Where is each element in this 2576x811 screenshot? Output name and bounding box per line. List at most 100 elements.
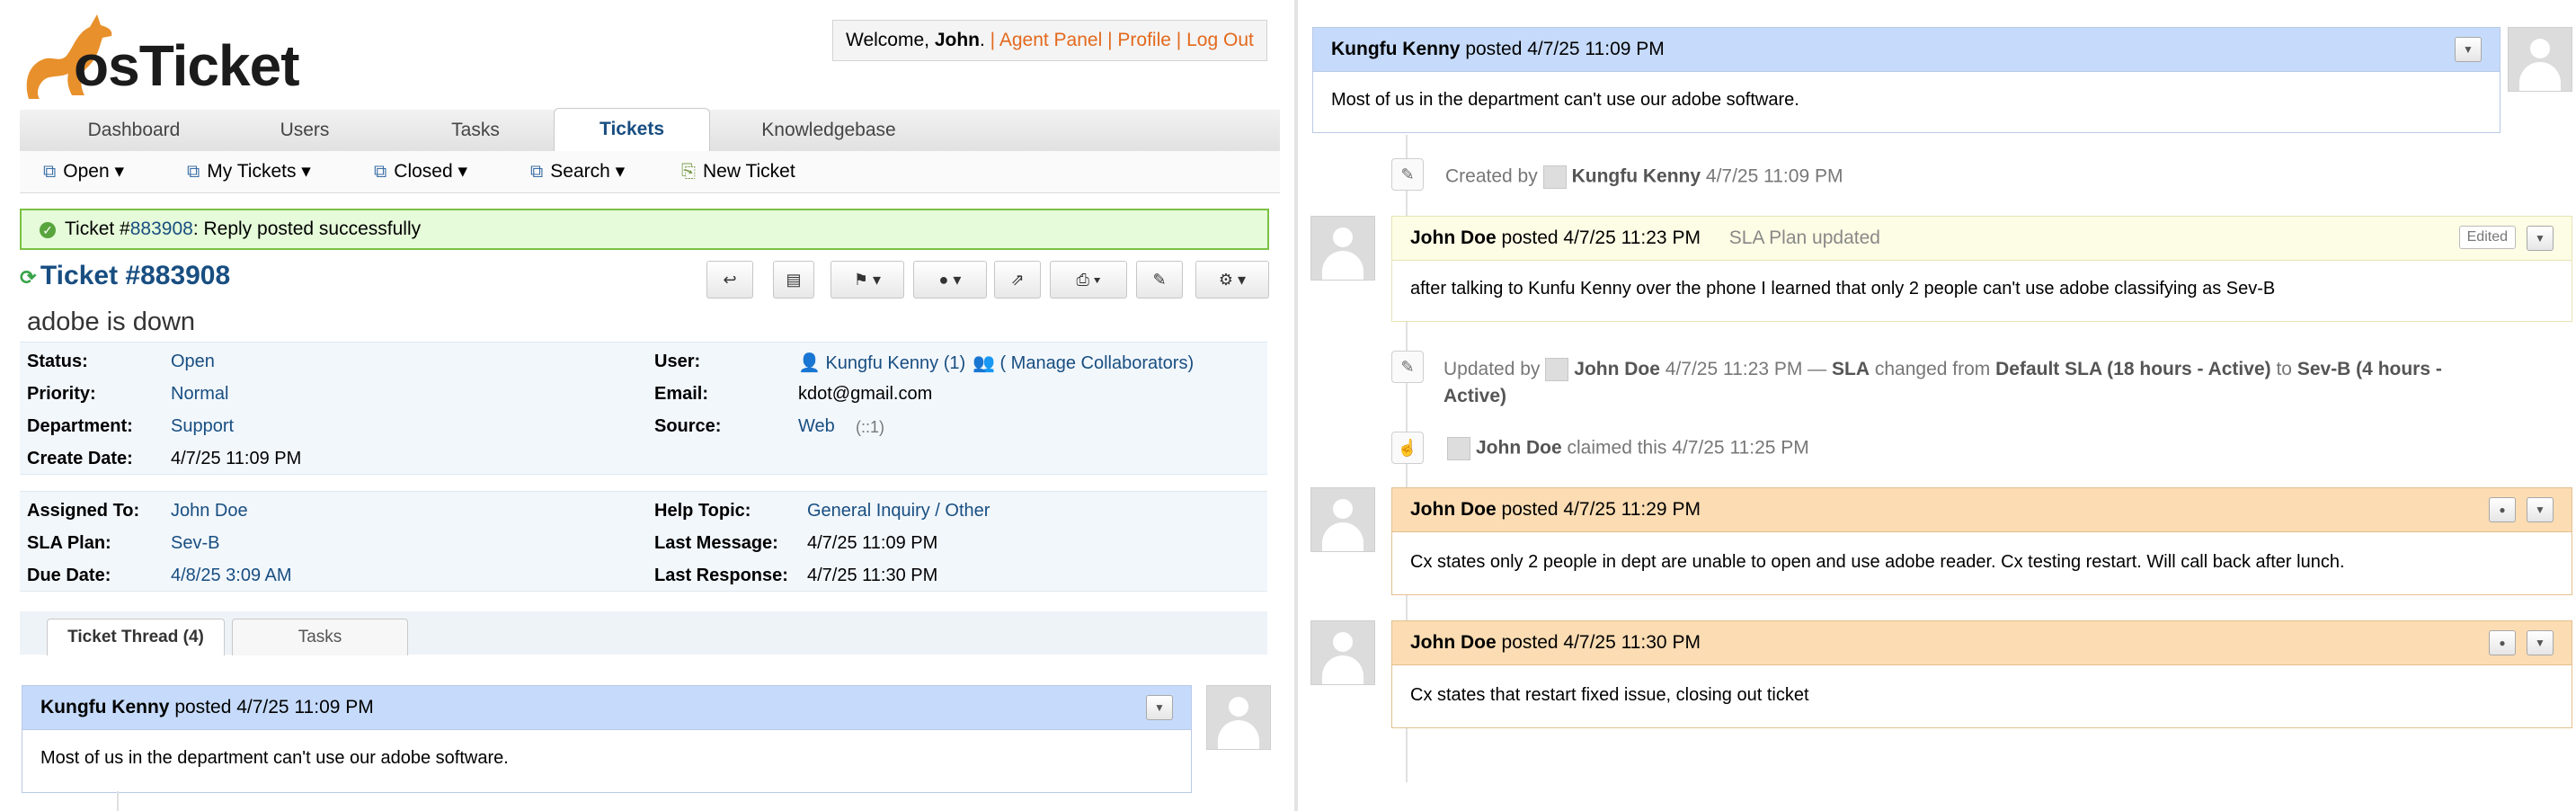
user-avatar-icon: [1542, 165, 1567, 189]
tab-dashboard[interactable]: Dashboard: [40, 110, 228, 151]
ticket-title-row: ⟳ Ticket #883908: [20, 261, 230, 291]
my-tickets-label: My Tickets: [207, 161, 297, 182]
ticket-title[interactable]: Ticket #883908: [40, 261, 230, 290]
event-changed-from: changed from: [1874, 359, 1991, 379]
entry-body: Cx states only 2 people in dept are unab…: [1410, 552, 2345, 572]
tab-tasks[interactable]: Tasks: [232, 619, 408, 655]
user-count: (1): [943, 353, 966, 373]
user-icon: ●: [938, 271, 949, 289]
thread-entry-response: John Doe posted 4/7/25 11:29 PM ● ▼ Cx s…: [1391, 487, 2572, 595]
main-nav: Dashboard Users Tasks Tickets Knowledgeb…: [20, 108, 1280, 152]
entry-options-dropdown[interactable]: ▼: [2527, 497, 2554, 522]
profile-link[interactable]: Profile: [1117, 30, 1171, 50]
entry-options-dropdown[interactable]: ▼: [2527, 630, 2554, 655]
left-panel: osTicket Welcome, John. | Agent Panel | …: [0, 0, 1294, 811]
avatar: [1310, 216, 1375, 281]
event-new-value-cont: Active): [1443, 386, 1507, 406]
chevron-down-icon: ▼: [2535, 637, 2545, 649]
logo-text: osTicket: [74, 33, 299, 98]
last-message-value: 4/7/25 11:09 PM: [807, 533, 938, 553]
entry-author: John Doe: [1410, 499, 1497, 520]
flag-button[interactable]: ⚑ ▾: [831, 261, 904, 299]
user-icon: 👤: [798, 353, 821, 373]
entry-author: John Doe: [1410, 632, 1497, 653]
email-label: Email:: [654, 384, 709, 404]
users-icon: 👥: [973, 353, 995, 373]
success-notice: ✓ Ticket #883908: Reply posted successful…: [20, 209, 1269, 250]
tab-users[interactable]: Users: [219, 110, 390, 151]
source-value: Web: [798, 416, 835, 436]
entry-body: after talking to Kunfu Kenny over the ph…: [1410, 279, 2276, 299]
event-new-value: Sev-B (4 hours -: [2296, 359, 2442, 379]
entry-timestamp: posted 4/7/25 11:30 PM: [1501, 632, 1701, 653]
print-icon: ⎙: [1076, 271, 1089, 289]
tab-tasks[interactable]: Tasks: [390, 110, 561, 151]
user-label: User:: [654, 352, 701, 371]
entry-note-title: SLA Plan updated: [1728, 227, 1880, 248]
new-ticket-link[interactable]: ⎘ New Ticket: [681, 151, 795, 192]
search-label: Search: [550, 161, 610, 182]
entry-options-dropdown[interactable]: ▼: [2455, 37, 2482, 62]
entry-options-dropdown[interactable]: ▼: [2527, 226, 2554, 251]
tab-knowledgebase[interactable]: Knowledgebase: [730, 110, 928, 151]
open-tickets-menu[interactable]: ⧉ Open ▾: [43, 151, 124, 192]
last-response-value: 4/7/25 11:30 PM: [807, 566, 938, 585]
entry-author: Kungfu Kenny: [40, 697, 170, 717]
assign-button[interactable]: ● ▾: [913, 261, 987, 299]
notice-ticket-link[interactable]: 883908: [130, 218, 193, 239]
edited-badge[interactable]: Edited: [2458, 226, 2516, 249]
status-value: Open: [171, 352, 215, 371]
new-ticket-icon: ⎘: [681, 162, 696, 182]
tab-tickets[interactable]: Tickets: [554, 108, 710, 152]
edit-icon: ✎: [1152, 271, 1167, 289]
email-value: kdot@gmail.com: [798, 384, 933, 404]
entry-timestamp: posted 4/7/25 11:09 PM: [174, 697, 374, 717]
print-button[interactable]: ⎙ ▾: [1050, 261, 1127, 299]
chevron-down-icon: ▼: [2535, 232, 2545, 245]
help-topic-value: General Inquiry / Other: [807, 501, 990, 521]
closed-tickets-menu[interactable]: ⧉ Closed ▾: [374, 151, 467, 192]
event-user: John Doe: [1476, 437, 1562, 459]
avatar: [1310, 620, 1375, 685]
entry-options-dropdown[interactable]: ▼: [1146, 695, 1173, 720]
entry-author: John Doe: [1410, 227, 1497, 248]
event-old-value: Default SLA (18 hours - Active): [1995, 359, 2271, 379]
search-menu[interactable]: ⧉ Search ▾: [530, 151, 625, 192]
entry-user-button[interactable]: ●: [2489, 497, 2516, 522]
user-link[interactable]: 👤 Kungfu Kenny (1): [798, 352, 965, 374]
post-note-button[interactable]: ▤: [773, 261, 814, 299]
thread-entry-message: Kungfu Kenny posted 4/7/25 11:09 PM ▼ Mo…: [22, 685, 1192, 793]
thread-timeline: [117, 791, 119, 811]
due-date-value: 4/8/25 3:09 AM: [171, 566, 292, 585]
agent-panel-link[interactable]: Agent Panel: [999, 30, 1102, 50]
assigned-to-label: Assigned To:: [27, 501, 140, 521]
tab-ticket-thread[interactable]: Ticket Thread (4): [47, 619, 225, 655]
entry-author: Kungfu Kenny: [1331, 39, 1461, 59]
edit-button[interactable]: ✎: [1136, 261, 1183, 299]
event-time: 4/7/25 11:23 PM —: [1665, 359, 1827, 379]
thread-tabs: Ticket Thread (4) Tasks: [20, 611, 1267, 655]
assigned-to-value: John Doe: [171, 501, 248, 521]
entry-body: Cx states that restart fixed issue, clos…: [1410, 685, 1809, 705]
status-label: Status:: [27, 352, 88, 371]
due-date-label: Due Date:: [27, 566, 111, 585]
reply-button[interactable]: ↩: [706, 261, 753, 299]
right-panel: Kungfu Kenny posted 4/7/25 11:09 PM ▼ Mo…: [1298, 0, 2576, 811]
last-message-label: Last Message:: [654, 533, 778, 553]
closed-label: Closed: [394, 161, 453, 182]
transfer-button[interactable]: ⇗: [994, 261, 1041, 299]
refresh-icon[interactable]: ⟳: [20, 266, 36, 289]
entry-user-button[interactable]: ●: [2489, 630, 2516, 655]
separator: |: [1176, 30, 1182, 50]
event-created: Created by Kungfu Kenny 4/7/25 11:09 PM: [1445, 165, 1843, 189]
thread-entry-response: John Doe posted 4/7/25 11:30 PM ● ▼ Cx s…: [1391, 620, 2572, 728]
manage-collaborators-link[interactable]: 👥 ( Manage Collaborators): [973, 352, 1194, 374]
tickets-icon: ⧉: [530, 162, 544, 182]
logo[interactable]: osTicket: [20, 13, 299, 102]
more-button[interactable]: ⚙ ▾: [1195, 261, 1269, 299]
event-time: 4/7/25 11:09 PM: [1705, 165, 1843, 187]
logout-link[interactable]: Log Out: [1186, 30, 1254, 50]
my-tickets-menu[interactable]: ⧉ My Tickets ▾: [187, 151, 311, 192]
chevron-down-icon: ▼: [2463, 43, 2474, 56]
last-response-label: Last Response:: [654, 566, 788, 585]
